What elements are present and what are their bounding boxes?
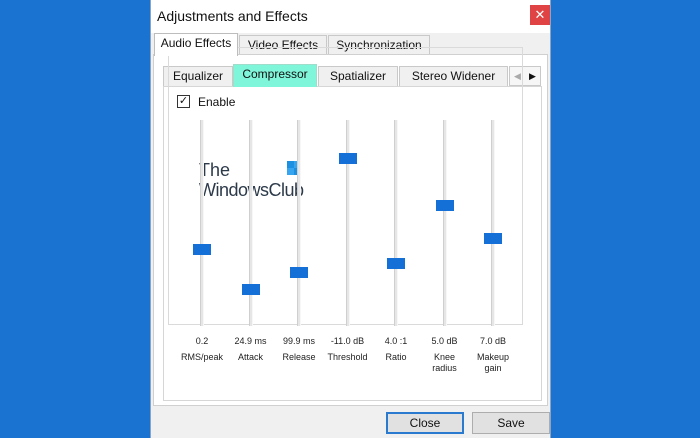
enable-checkbox[interactable]: ✓ (177, 95, 190, 108)
rms-peak-slider-track[interactable] (200, 120, 204, 326)
release-slider-handle[interactable] (290, 266, 308, 278)
enable-label: Enable (196, 95, 238, 109)
knee-radius-slider-track[interactable] (442, 120, 447, 326)
ratio-slider-handle[interactable] (387, 257, 405, 269)
tab-audio-effects[interactable]: Audio Effects (154, 33, 238, 56)
tab-compressor[interactable]: Compressor (233, 64, 317, 87)
window-title: Adjustments and Effects (157, 8, 308, 24)
watermark: The WindowsClub (199, 160, 329, 200)
ratio-label: Ratio (385, 352, 407, 362)
release-slider-track[interactable] (297, 120, 301, 326)
save-button[interactable]: Save (472, 412, 550, 434)
knee-radius-slider-handle[interactable] (435, 199, 454, 211)
threshold-slider-handle[interactable] (338, 153, 357, 165)
ratio-slider-track[interactable] (394, 120, 398, 326)
makeup-gain-slider-track[interactable] (491, 120, 495, 326)
title-bar: Adjustments and Effects ✕ (151, 0, 550, 33)
close-button[interactable]: Close (386, 412, 464, 434)
rms-peak-slider-handle[interactable] (193, 244, 211, 256)
makeup-gain-label: Makeup gain (476, 352, 510, 373)
scroll-right-icon[interactable]: ▶ (525, 67, 540, 85)
knee-radius-label: Knee radius (432, 352, 457, 373)
attack-slider-handle[interactable] (241, 284, 260, 296)
close-window-icon[interactable]: ✕ (530, 5, 550, 25)
threshold-slider-track[interactable] (345, 120, 350, 326)
adjustments-window: Adjustments and Effects ✕ Audio Effects … (150, 0, 551, 438)
makeup-gain-slider-handle[interactable] (484, 233, 502, 245)
makeup-gain-value: 7.0 dB (479, 336, 507, 346)
